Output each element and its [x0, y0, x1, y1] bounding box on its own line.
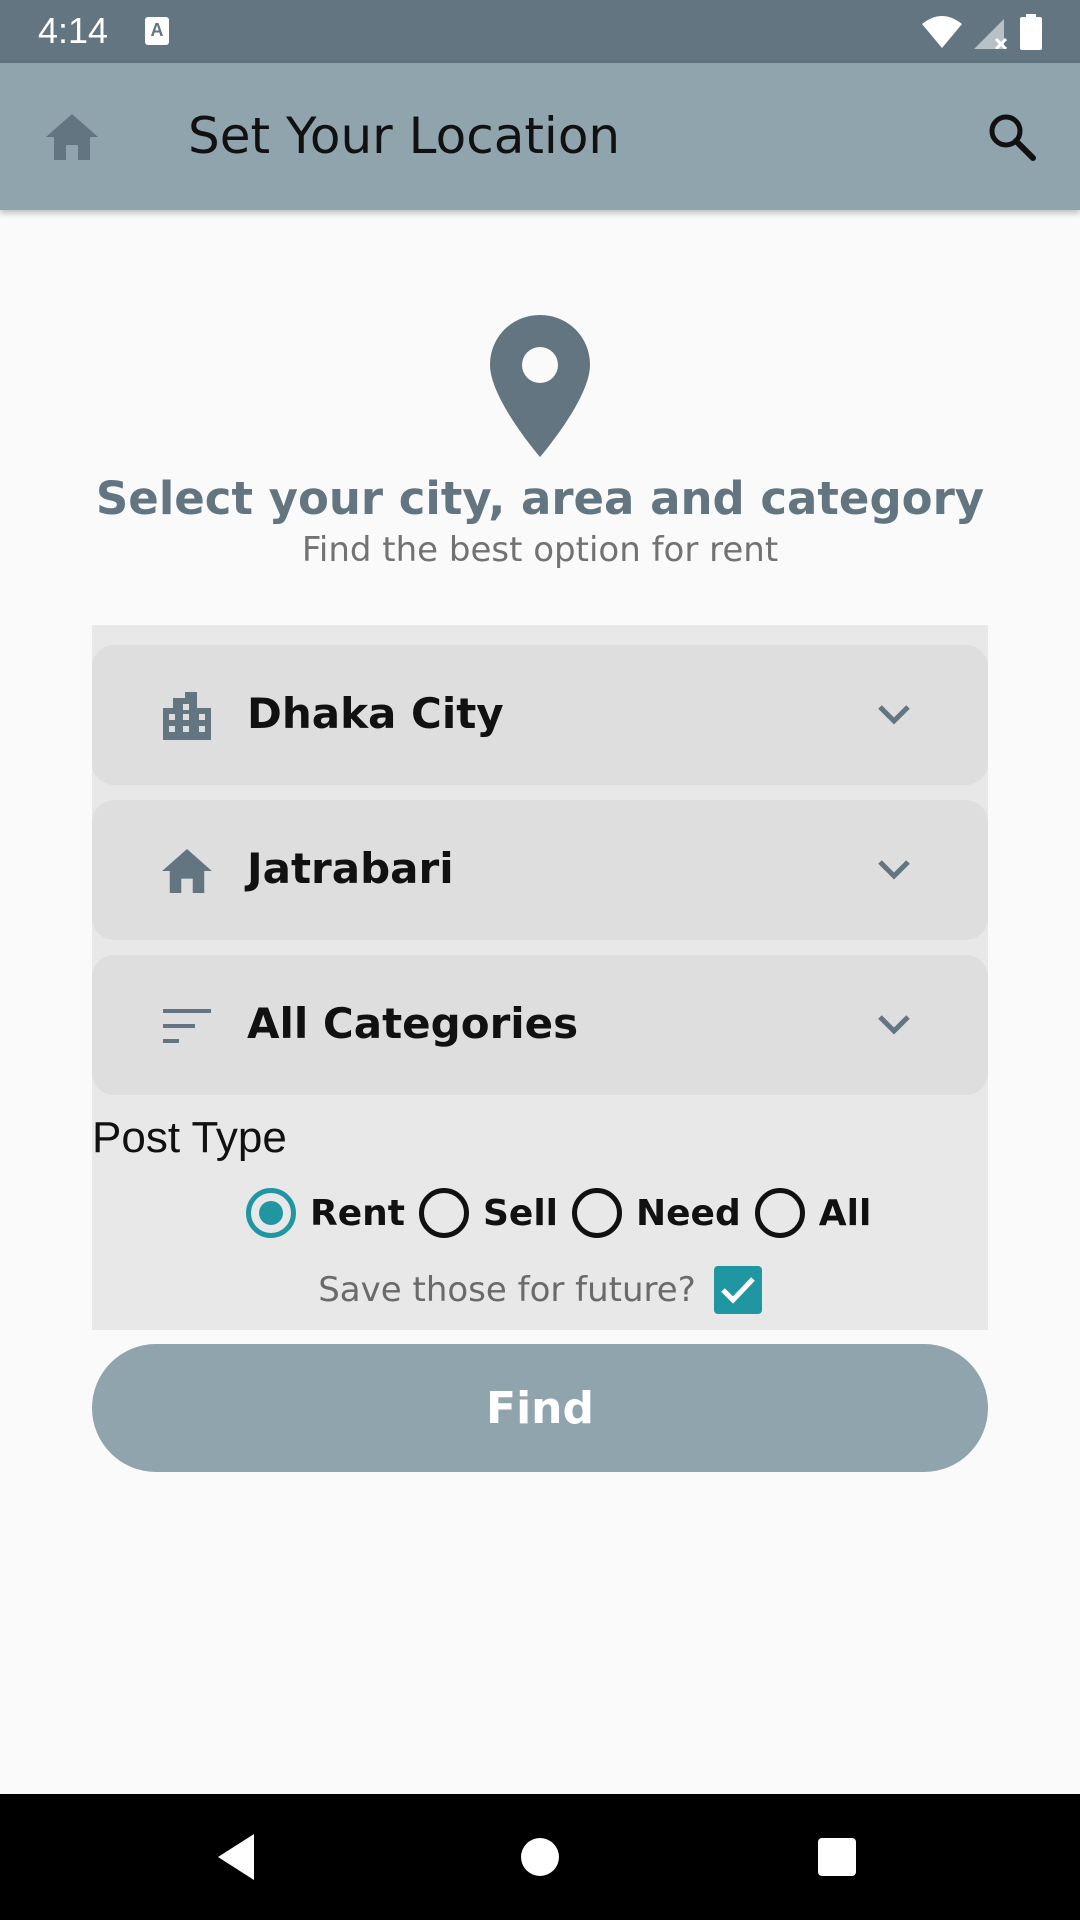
radio-rent[interactable]: Rent: [246, 1188, 405, 1238]
headline: Select your city, area and category: [95, 472, 985, 525]
system-nav-bar: [0, 1794, 1080, 1920]
form-panel: Dhaka City Jatrabari All Categories Post…: [92, 625, 988, 1330]
location-pin-icon: [490, 315, 590, 457]
search-icon: [989, 114, 1036, 161]
find-button[interactable]: Find: [92, 1344, 988, 1472]
radio-label: Need: [636, 1192, 741, 1234]
radio-label: Rent: [310, 1192, 405, 1234]
radio-need[interactable]: Need: [572, 1188, 741, 1238]
radio-all[interactable]: All: [754, 1188, 872, 1238]
wifi-icon: [922, 16, 962, 48]
subline: Find the best option for rent: [301, 530, 779, 570]
post-type-label: Post Type: [92, 1113, 287, 1162]
save-checkbox[interactable]: [713, 1266, 762, 1314]
city-value: Dhaka City: [247, 689, 504, 738]
radio-sell[interactable]: Sell: [418, 1188, 559, 1238]
radio-label: Sell: [482, 1192, 559, 1234]
home-button[interactable]: [44, 109, 100, 165]
chevron-down-icon: [878, 1015, 910, 1035]
radio-checked-icon: [246, 1188, 296, 1238]
signal-icon: [974, 19, 1008, 49]
save-preferences-row: Save those for future?: [92, 1265, 988, 1315]
area-dropdown[interactable]: Jatrabari: [92, 800, 988, 940]
category-dropdown[interactable]: All Categories: [92, 955, 988, 1095]
status-bar: 4:14 A: [0, 0, 1080, 63]
recents-button[interactable]: [818, 1838, 856, 1876]
sort-lines-icon: [162, 1001, 212, 1051]
battery-icon: [1020, 14, 1042, 50]
back-icon[interactable]: [214, 1832, 258, 1882]
search-button[interactable]: [982, 107, 1042, 167]
radio-label: All: [818, 1192, 872, 1234]
radio-unchecked-icon: [418, 1188, 469, 1238]
radio-unchecked-icon: [572, 1188, 623, 1238]
chevron-down-icon: [878, 705, 910, 725]
category-value: All Categories: [247, 999, 579, 1048]
area-value: Jatrabari: [247, 844, 454, 893]
notification-icon: A: [145, 17, 169, 45]
nav-home-button[interactable]: [521, 1838, 559, 1876]
chevron-down-icon: [878, 860, 910, 880]
checkmark-icon: [720, 1277, 755, 1304]
post-type-radio-group: Rent Sell Need All: [246, 1185, 885, 1241]
radio-unchecked-icon: [754, 1188, 805, 1238]
city-dropdown[interactable]: Dhaka City: [92, 645, 988, 785]
home-icon: [162, 846, 212, 896]
page-title: Set Your Location: [188, 107, 621, 165]
status-time: 4:14: [38, 10, 109, 51]
status-icons: [922, 13, 1042, 51]
home-icon: [46, 114, 98, 160]
save-label: Save those for future?: [318, 1270, 696, 1310]
app-bar: Set Your Location: [0, 63, 1080, 210]
city-building-icon: [162, 691, 212, 741]
